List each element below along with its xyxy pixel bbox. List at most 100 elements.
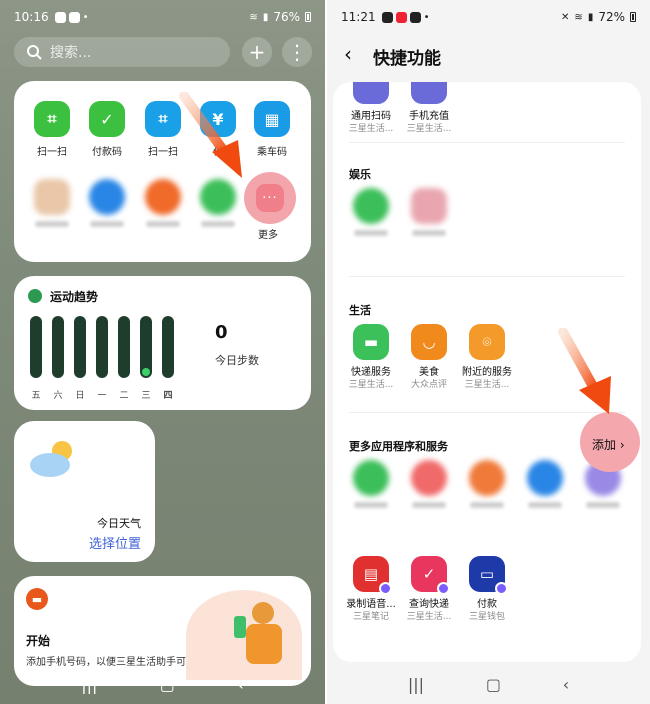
blurred-label bbox=[586, 502, 620, 508]
item-sub: 三星笔记 bbox=[352, 612, 389, 622]
section-divider bbox=[349, 276, 625, 277]
blurred-shortcut[interactable] bbox=[341, 460, 401, 508]
chevron-right-icon: › bbox=[619, 438, 625, 452]
search-icon bbox=[27, 45, 42, 60]
blurred-label bbox=[201, 221, 235, 227]
blurred-app-icon bbox=[411, 188, 447, 224]
blurred-app[interactable] bbox=[79, 179, 135, 227]
more-options-button[interactable]: ⋮ bbox=[282, 37, 312, 67]
blurred-app-icon bbox=[353, 460, 389, 496]
select-location-link[interactable]: 选择位置 bbox=[89, 533, 141, 552]
shortcut-food[interactable]: ◡ 美食 大众点评 bbox=[399, 324, 459, 391]
back-button[interactable]: ‹ bbox=[344, 42, 352, 66]
blurred-label bbox=[412, 502, 446, 508]
page-title: 快捷功能 bbox=[373, 49, 441, 69]
plus-icon: + bbox=[248, 40, 266, 64]
day-label: 六 bbox=[53, 391, 63, 401]
blurred-app[interactable] bbox=[135, 179, 191, 227]
blurred-label bbox=[470, 502, 504, 508]
quick-app-scan[interactable]: ⌗ 扫一扫 bbox=[24, 101, 80, 158]
section-divider bbox=[349, 142, 625, 143]
item-label: 附近的服务 bbox=[462, 367, 512, 378]
blurred-shortcut[interactable] bbox=[399, 188, 459, 236]
blurred-shortcut[interactable] bbox=[399, 460, 459, 508]
blurred-app[interactable] bbox=[24, 179, 80, 227]
blurred-app[interactable] bbox=[190, 179, 246, 227]
recent-apps-icon[interactable]: ||| bbox=[81, 675, 97, 694]
navigation-bar: ||| ▢ ‹ bbox=[0, 664, 325, 704]
checklist-icon: ✓ bbox=[411, 556, 450, 595]
quick-app-pay-code[interactable]: ✓ 付款码 bbox=[79, 101, 135, 158]
app-label: 乘车码 bbox=[257, 147, 287, 158]
blurred-shortcut[interactable] bbox=[457, 460, 517, 508]
item-sub: 大众点评 bbox=[410, 380, 447, 390]
app-label: 扫一扫 bbox=[37, 147, 67, 158]
app-notification-icon bbox=[395, 11, 407, 23]
item-sub: 三星生活... bbox=[464, 380, 510, 390]
section-life: 生活 bbox=[349, 304, 371, 317]
section-more-apps: 更多应用程序和服务 bbox=[349, 440, 448, 453]
step-bar bbox=[140, 316, 152, 378]
shortcut-payment[interactable]: ▭ 付款 三星钱包 bbox=[457, 556, 517, 623]
item-label: 录制语音... bbox=[346, 599, 396, 610]
blurred-label bbox=[146, 221, 180, 227]
back-icon[interactable]: ‹ bbox=[563, 675, 569, 694]
wechat-pay-icon: ✓ bbox=[89, 101, 125, 137]
search-bar[interactable]: 搜索... bbox=[14, 37, 230, 67]
blurred-shortcut[interactable] bbox=[341, 188, 401, 236]
shortcut-phone-recharge[interactable]: 手机充值 三星生活... bbox=[399, 82, 459, 135]
home-icon[interactable]: ▢ bbox=[486, 675, 501, 694]
battery-percent: 76% bbox=[273, 10, 300, 24]
shortcut-express-service[interactable]: ▬ 快递服务 三星生活... bbox=[341, 324, 401, 391]
day-label: 二 bbox=[119, 391, 129, 401]
more-notifications-icon: • bbox=[423, 11, 430, 23]
item-label: 手机充值 bbox=[409, 111, 449, 122]
shortcut-track-delivery[interactable]: ✓ 查询快递 三星生活... bbox=[399, 556, 459, 623]
location-pin-icon: ⌾ bbox=[469, 324, 505, 360]
shortcut-nearby-services[interactable]: ⌾ 附近的服务 三星生活... bbox=[457, 324, 517, 391]
delivery-truck-icon: ▬ bbox=[353, 324, 389, 360]
add-label: 添加 bbox=[592, 438, 617, 452]
navigation-bar: ||| ▢ ‹ bbox=[327, 664, 650, 704]
app-label: 扫一扫 bbox=[148, 147, 178, 158]
blurred-shortcut[interactable] bbox=[515, 460, 575, 508]
blurred-label bbox=[354, 230, 388, 236]
courier-body bbox=[246, 624, 282, 664]
vertical-dots-icon: ⋮ bbox=[287, 40, 307, 64]
add-button[interactable]: 添加 › bbox=[592, 436, 625, 453]
signal-icon: ▮ bbox=[587, 11, 594, 23]
step-count-label: 今日步数 bbox=[215, 354, 259, 367]
ellipsis-icon: ··· bbox=[262, 190, 278, 206]
item-sub: 三星生活... bbox=[348, 124, 394, 134]
wifi-icon: ≋ bbox=[574, 11, 583, 23]
app-notification-icon bbox=[381, 11, 393, 23]
add-button[interactable]: + bbox=[242, 37, 272, 67]
battery-icon bbox=[630, 12, 636, 22]
scan-icon: ⌗ bbox=[34, 101, 70, 137]
day-label: 三 bbox=[141, 391, 151, 401]
item-label: 付款 bbox=[477, 599, 497, 610]
shortcut-badge-icon bbox=[437, 582, 450, 595]
step-bar bbox=[118, 316, 130, 378]
step-bar bbox=[74, 316, 86, 378]
steps-card[interactable]: 运动趋势 五 六 日 一 二 三 四 0 今日步数 bbox=[14, 276, 311, 410]
item-sub: 三星生活... bbox=[348, 380, 394, 390]
status-right: ✕ ≋ ▮ 72% bbox=[561, 10, 636, 24]
quick-app-transit[interactable]: ▦ 乘车码 bbox=[244, 101, 300, 158]
steps-title: 运动趋势 bbox=[50, 290, 99, 304]
home-icon[interactable]: ▢ bbox=[160, 675, 175, 694]
weather-card[interactable]: 今日天气 选择位置 bbox=[14, 421, 155, 562]
blurred-label bbox=[412, 230, 446, 236]
mute-icon: ✕ bbox=[561, 11, 570, 23]
status-time: 11:21 bbox=[341, 10, 376, 24]
shortcut-badge-icon bbox=[495, 582, 508, 595]
shortcut-record-voice[interactable]: ▤ 录制语音... 三星笔记 bbox=[341, 556, 401, 623]
day-label: 一 bbox=[97, 391, 107, 401]
step-bar bbox=[52, 316, 64, 378]
step-bar bbox=[30, 316, 42, 378]
back-icon[interactable]: ‹ bbox=[237, 675, 243, 694]
alipay-scan-icon: ⌗ bbox=[145, 101, 181, 137]
shortcut-general-scan[interactable]: 通用扫码 三星生活... bbox=[341, 82, 401, 135]
more-button[interactable]: ··· bbox=[256, 184, 284, 212]
recent-apps-icon[interactable]: ||| bbox=[408, 675, 424, 694]
